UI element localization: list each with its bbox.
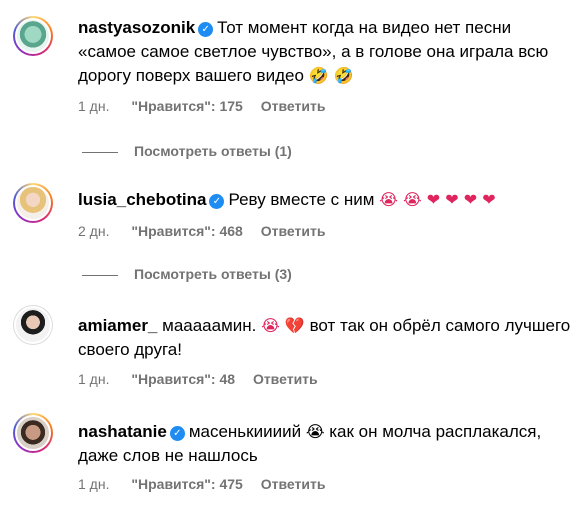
comment-meta: 1 дн. "Нравится": 475 Ответить: [78, 476, 325, 492]
username[interactable]: nashatanie: [78, 422, 167, 441]
timestamp: 1 дн.: [78, 476, 110, 492]
avatar[interactable]: [13, 413, 53, 453]
username[interactable]: nastyasozonik: [78, 18, 195, 37]
emoji-crying-icon: 😭: [305, 422, 325, 441]
view-replies-label: Посмотреть ответы (3): [134, 266, 292, 282]
reply-button[interactable]: Ответить: [261, 223, 326, 239]
avatar[interactable]: [13, 183, 53, 223]
avatar-image: [15, 185, 51, 221]
divider-line: [82, 274, 118, 276]
comment-text-start: мааааамин.: [162, 316, 257, 335]
verified-badge-icon: ✓: [209, 194, 225, 209]
comment-meta: 1 дн. "Нравится": 175 Ответить: [78, 98, 325, 114]
avatar-image: [15, 18, 51, 54]
comment-text: Реву вместе с ним: [228, 190, 375, 209]
avatar-image: [14, 306, 52, 344]
verified-badge-icon: ✓: [198, 22, 214, 37]
username[interactable]: amiamer_: [78, 316, 157, 335]
avatar-image: [15, 415, 51, 451]
view-replies-button[interactable]: Посмотреть ответы (3): [82, 266, 292, 282]
comment-body: nashatanie ✓ масенькиииий 😭 как он молча р…: [78, 420, 572, 468]
username[interactable]: lusia_chebotina: [78, 190, 206, 209]
view-replies-label: Посмотреть ответы (1): [134, 143, 292, 159]
view-replies-button[interactable]: Посмотреть ответы (1): [82, 143, 292, 159]
divider-line: [82, 151, 118, 153]
likes-count[interactable]: "Нравится": 468: [131, 223, 242, 239]
timestamp: 1 дн.: [78, 98, 110, 114]
comment-body: amiamer_ мааааамин. 😭 💔 вот так он обрёл…: [78, 314, 572, 362]
verified-badge-icon: ✓: [169, 426, 185, 441]
emoji-rofl-icon: 🤣 🤣: [308, 66, 354, 85]
emoji-crying-broken-heart-icon: 😭 💔: [261, 316, 305, 335]
reply-button[interactable]: Ответить: [253, 371, 318, 387]
timestamp: 1 дн.: [78, 371, 110, 387]
emoji-crying-heart-icon: 😭 😭 ❤ ❤ ❤ ❤: [379, 190, 496, 209]
comment-body: nastyasozonik ✓ Тот момент когда на видео …: [78, 16, 572, 88]
comment-text-start: масенькиииий: [188, 422, 302, 441]
timestamp: 2 дн.: [78, 223, 110, 239]
likes-count[interactable]: "Нравится": 48: [131, 371, 235, 387]
avatar[interactable]: [13, 16, 53, 56]
comment-meta: 1 дн. "Нравится": 48 Ответить: [78, 371, 318, 387]
comment-body: lusia_chebotina ✓ Реву вместе с ним 😭 😭 ❤ …: [78, 188, 572, 212]
likes-count[interactable]: "Нравится": 475: [131, 476, 242, 492]
reply-button[interactable]: Ответить: [261, 98, 326, 114]
reply-button[interactable]: Ответить: [261, 476, 326, 492]
likes-count[interactable]: "Нравится": 175: [131, 98, 242, 114]
comment-meta: 2 дн. "Нравится": 468 Ответить: [78, 223, 325, 239]
avatar[interactable]: [13, 305, 53, 345]
